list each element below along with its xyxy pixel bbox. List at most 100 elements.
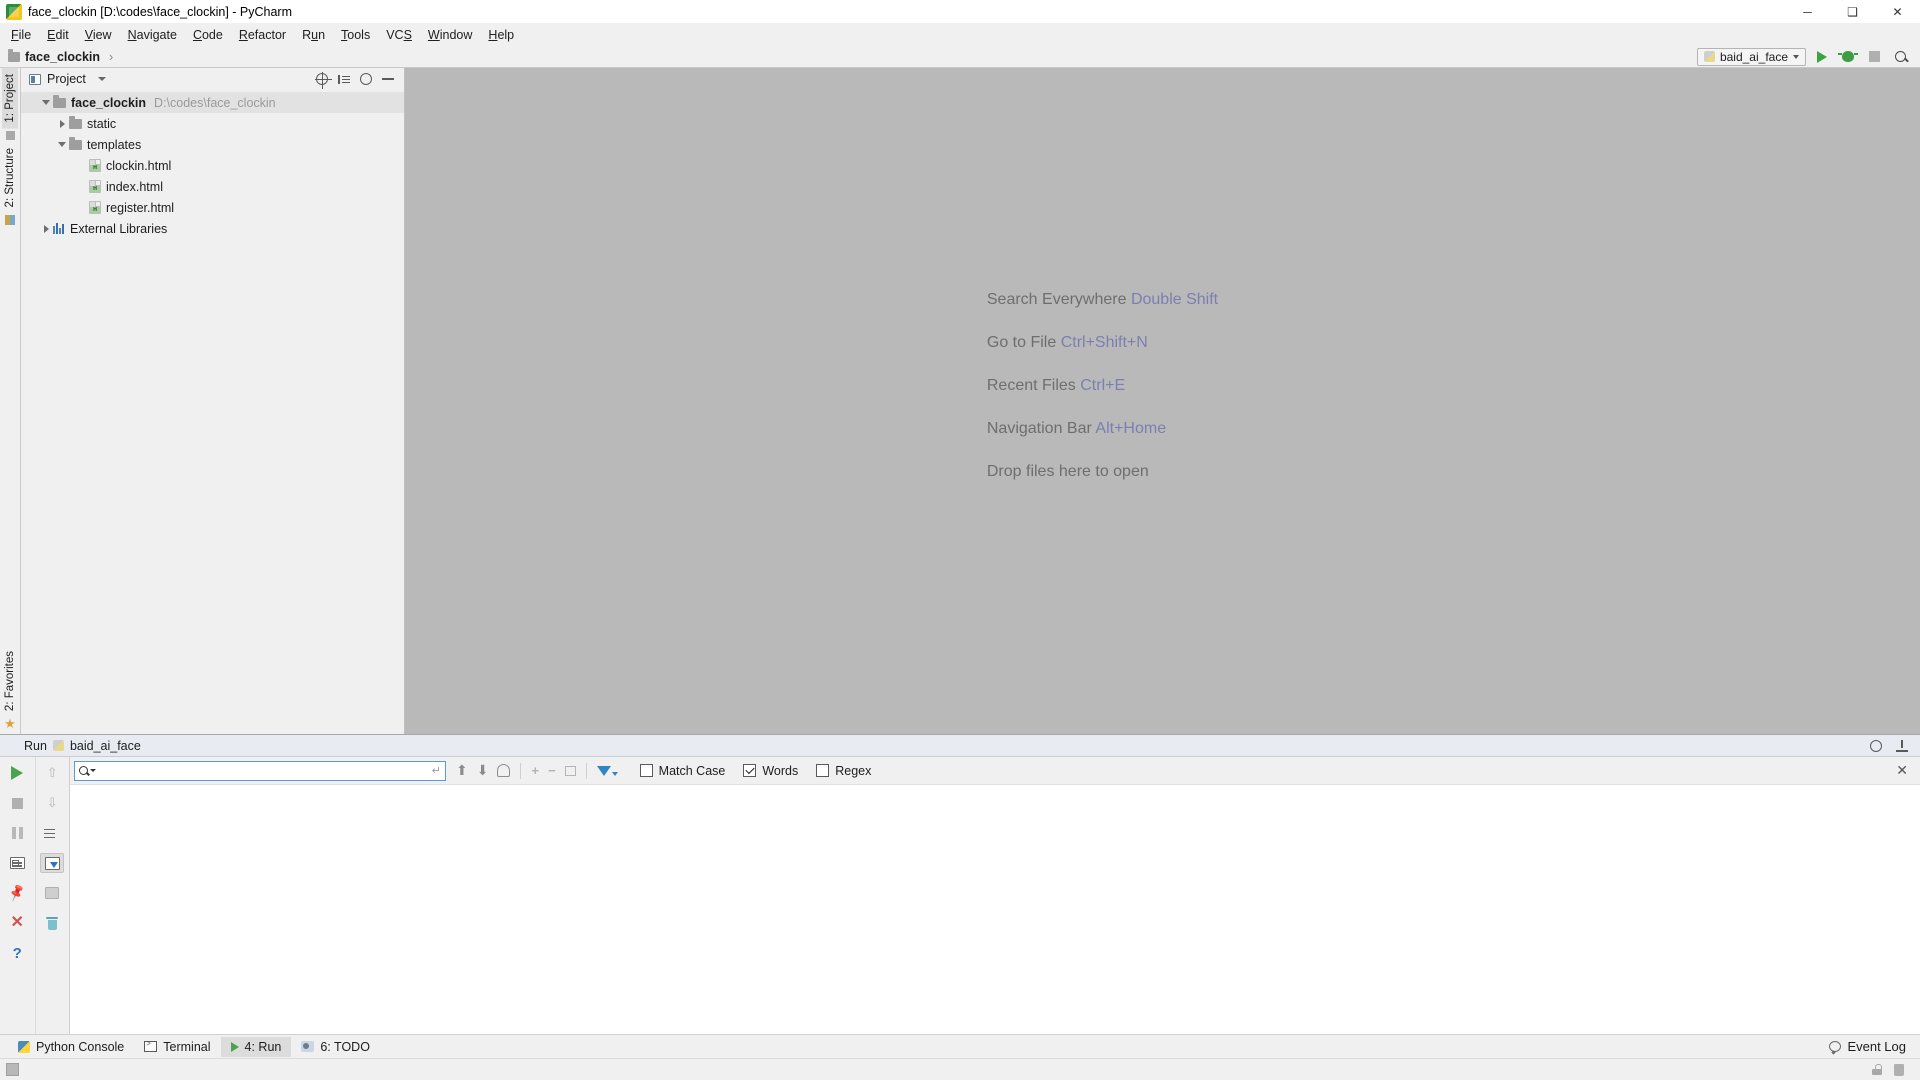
tip-shortcut: Ctrl+Shift+N (1060, 334, 1148, 351)
close-find-button[interactable]: ✕ (1896, 762, 1920, 779)
stop-button[interactable] (1864, 47, 1884, 67)
statusbar-right: Event Log (1829, 1039, 1920, 1054)
run-configuration-selector[interactable]: baid_ai_face (1696, 47, 1806, 66)
chevron-down-icon[interactable] (39, 100, 53, 105)
project-tree: face_clockin D:\codes\face_clockin stati… (21, 90, 404, 734)
menu-window[interactable]: Window (421, 26, 479, 44)
tree-node-index-html[interactable]: index.html (21, 176, 404, 197)
sidebar-item-favorites[interactable]: 2: Favorites (2, 645, 18, 717)
run-toolbar-column-2: ⇧ ⇩ (34, 757, 70, 1034)
locate-icon[interactable] (314, 71, 332, 89)
select-all-occurrences-button[interactable] (497, 764, 511, 777)
menu-tools[interactable]: Tools (334, 26, 377, 44)
pause-output-button[interactable] (5, 823, 29, 843)
project-tool-window: Project face_clockin D:\codes\face_clock… (21, 68, 405, 734)
bin-icon[interactable] (1894, 1063, 1904, 1076)
close-button[interactable]: ✕ (5, 913, 29, 933)
pin-tab-button[interactable]: 📌 (5, 883, 29, 903)
chevron-right-icon[interactable] (39, 224, 53, 233)
hide-icon[interactable] (382, 73, 394, 85)
filter-icon[interactable] (596, 765, 618, 776)
memory-indicator[interactable] (6, 1063, 19, 1076)
next-occurrence-button[interactable]: ⬇ (477, 762, 489, 779)
python-icon (18, 1040, 30, 1053)
search-icon[interactable] (79, 766, 96, 775)
clear-all-button[interactable] (40, 913, 64, 933)
add-line-button[interactable]: + (531, 763, 539, 778)
menu-vcs[interactable]: VCS (379, 26, 419, 44)
run-icon (230, 1041, 239, 1052)
title-bar: face_clockin [D:\codes\face_clockin] - P… (0, 0, 1920, 24)
chevron-right-icon[interactable] (55, 119, 69, 128)
tree-node-clockin-html[interactable]: clockin.html (21, 155, 404, 176)
run-tool-window: Run baid_ai_face 📌 ✕ ? ⇧ ⇩ ↵ ⬆ ⬇ + − Mat… (0, 734, 1920, 1034)
tree-node-static[interactable]: static (21, 113, 404, 134)
scroll-to-end-button[interactable] (40, 853, 65, 873)
prev-occurrence-button[interactable]: ⬆ (456, 762, 468, 779)
copy-lines-button[interactable] (564, 765, 576, 776)
sidebar-item-structure[interactable]: 2: Structure (2, 142, 18, 213)
chevron-down-icon[interactable] (55, 142, 69, 147)
gear-icon[interactable] (1870, 739, 1882, 752)
tree-node-templates[interactable]: templates (21, 134, 404, 155)
down-the-stack-button[interactable]: ⇩ (40, 793, 64, 813)
statusbar-tab-todo[interactable]: 6: TODO (291, 1037, 380, 1057)
maximize-button[interactable]: ❑ (1830, 0, 1875, 24)
search-field-wrapper[interactable]: ↵ (74, 760, 446, 781)
sidebar-item-project[interactable]: 1: Project (2, 68, 18, 129)
words-label: Words (762, 763, 799, 778)
tip-search-everywhere: Search Everywhere Double Shift (987, 291, 1218, 309)
menu-refactor[interactable]: Refactor (232, 26, 293, 44)
tip-label: Drop files here to open (986, 463, 1149, 480)
menu-help[interactable]: Help (481, 26, 521, 44)
bottom-strip (0, 1058, 1920, 1080)
up-the-stack-button[interactable]: ⇧ (40, 763, 64, 783)
breadcrumb[interactable]: face_clockin › (8, 48, 117, 64)
tree-node-face-clockin[interactable]: face_clockin D:\codes\face_clockin (21, 92, 404, 113)
menu-code[interactable]: Code (186, 26, 230, 44)
regex-checkbox[interactable]: Regex (816, 764, 871, 778)
find-filter-group (587, 765, 628, 776)
menu-view[interactable]: View (78, 26, 119, 44)
words-checkbox[interactable]: Words (743, 764, 798, 778)
tip-drop-files: Drop files here to open (987, 463, 1218, 481)
window-controls: ─ ❑ ✕ (1785, 0, 1920, 23)
stop-icon (11, 797, 23, 809)
print-button[interactable] (40, 883, 64, 903)
menu-file[interactable]: File (4, 26, 38, 44)
minimize-button[interactable]: ─ (1785, 0, 1830, 24)
debug-button[interactable] (1838, 47, 1858, 67)
statusbar-tab-python-console[interactable]: Python Console (8, 1037, 134, 1057)
run-tab-baid-ai-face[interactable]: baid_ai_face (70, 739, 141, 753)
tree-node-external-libraries[interactable]: External Libraries (21, 218, 404, 239)
chevron-down-icon[interactable] (97, 77, 106, 81)
search-button[interactable] (1890, 47, 1910, 67)
left-rail-bottom: 2: Favorites ★ (2, 645, 18, 734)
run-button[interactable] (1812, 47, 1832, 67)
console-button[interactable] (5, 853, 29, 873)
hide-icon[interactable] (1896, 739, 1908, 752)
remove-line-button[interactable]: − (548, 763, 556, 778)
enter-icon: ↵ (431, 765, 441, 777)
gear-icon[interactable] (360, 73, 372, 85)
stop-button[interactable] (5, 793, 29, 813)
collapse-all-icon[interactable] (338, 74, 350, 85)
menu-run[interactable]: Run (295, 26, 332, 44)
help-button[interactable]: ? (5, 943, 29, 963)
console-output[interactable] (70, 785, 1920, 1034)
breadcrumb-label: face_clockin (25, 49, 101, 64)
close-button[interactable]: ✕ (1875, 0, 1920, 24)
rerun-button[interactable] (5, 763, 29, 783)
pin-icon: 📌 (6, 882, 28, 903)
statusbar-tab-terminal[interactable]: Terminal (134, 1037, 220, 1057)
search-input[interactable] (100, 762, 428, 779)
menu-navigate[interactable]: Navigate (121, 26, 184, 44)
html-file-icon (89, 159, 101, 172)
event-log-label[interactable]: Event Log (1847, 1039, 1906, 1054)
lock-icon[interactable] (1872, 1064, 1882, 1075)
match-case-checkbox[interactable]: Match Case (639, 764, 725, 778)
tree-node-register-html[interactable]: register.html (21, 197, 404, 218)
soft-wrap-button[interactable] (40, 823, 64, 843)
statusbar-tab-run[interactable]: 4: Run (220, 1036, 292, 1057)
menu-edit[interactable]: Edit (40, 26, 76, 44)
